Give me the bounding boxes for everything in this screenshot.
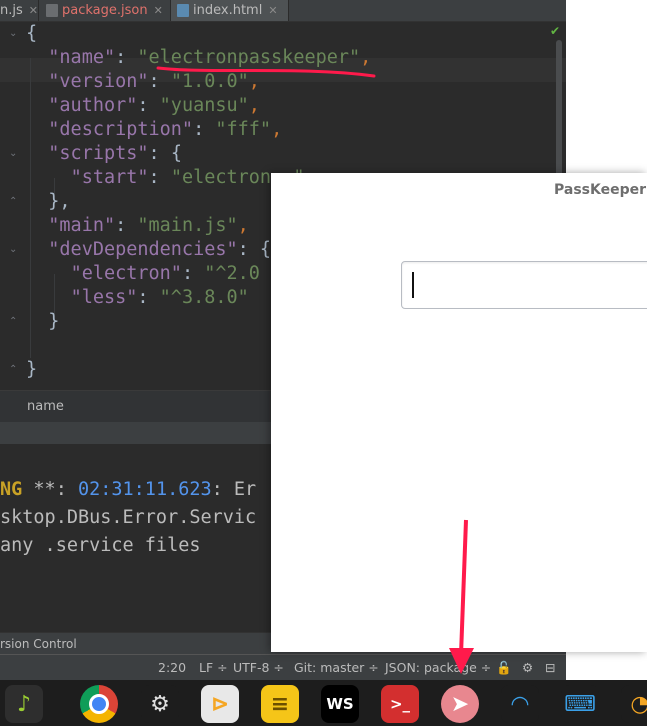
html-file-icon (177, 4, 189, 17)
fold-icon[interactable]: ⌄ (9, 29, 19, 39)
event-log-icon[interactable]: ⊟ (545, 660, 555, 675)
tab-main-js[interactable]: n.js ✕ (0, 0, 39, 21)
close-icon[interactable]: ✕ (268, 4, 277, 17)
version-control-tab[interactable]: rsion Control (0, 637, 77, 651)
code-line: "scripts": { (48, 143, 182, 164)
lock-icon[interactable]: 🔓 (496, 660, 512, 676)
code-line: "electron": "^2.0 (70, 263, 260, 284)
paperplane-icon[interactable]: ➤ (441, 685, 479, 723)
code-line: }, (48, 191, 71, 212)
fold-icon[interactable]: ⌃ (9, 317, 19, 327)
settings-icon[interactable]: ⚙ (141, 685, 179, 723)
window-titlebar[interactable]: PassKeeper (271, 173, 647, 208)
line-separator[interactable]: LF ÷ (199, 660, 228, 675)
code-line: "description": "fff", (48, 119, 283, 140)
wifi-icon[interactable]: ◠ (501, 685, 539, 723)
keyboard-icon[interactable]: ⌨ (561, 685, 599, 723)
file-icon (46, 4, 58, 17)
console-line: NG **: 02:31:11.623: Er (0, 479, 256, 500)
code-line: "author": "yuansu", (48, 95, 260, 116)
json-schema[interactable]: JSON: package ÷ (385, 660, 491, 675)
code-line: } (26, 359, 38, 380)
code-line: "version": "1.0.0", (48, 71, 260, 92)
breadcrumb-item[interactable]: name (27, 399, 64, 414)
status-bar: 2:20 LF ÷ UTF-8 ÷ Git: master ÷ JSON: pa… (0, 654, 566, 681)
code-line: "devDependencies": { (48, 239, 272, 260)
terminal-icon[interactable]: >_ (381, 685, 419, 723)
tab-index-html[interactable]: index.html ✕ (171, 0, 289, 21)
tab-label: index.html (193, 3, 263, 18)
clock-icon[interactable]: ◔ (621, 685, 647, 723)
webstorm-icon[interactable]: WS (321, 685, 359, 723)
window-title: PassKeeper (554, 182, 647, 198)
code-line: "less": "^3.8.0" (70, 287, 249, 308)
password-input[interactable] (401, 261, 647, 309)
console-line: any .service files (0, 535, 201, 556)
file-encoding[interactable]: UTF-8 ÷ (233, 660, 284, 675)
notes-icon[interactable]: ≡ (261, 685, 299, 723)
code-line: } (48, 311, 60, 332)
tab-label: n.js (0, 3, 23, 18)
close-icon[interactable]: ✕ (29, 4, 38, 17)
fold-icon[interactable]: ⌃ (9, 197, 19, 207)
tab-package-json[interactable]: package.json ✕ (40, 0, 171, 21)
fold-icon[interactable]: ⌄ (9, 149, 19, 159)
console-text: **: (22, 479, 78, 500)
caret-position[interactable]: 2:20 (158, 660, 186, 675)
chrome-icon[interactable] (80, 685, 118, 723)
code-line: { (26, 23, 38, 44)
git-branch[interactable]: Git: master ÷ (294, 660, 379, 675)
fold-icon[interactable]: ⌃ (9, 365, 19, 375)
code-line: "start": "electron ." (70, 167, 305, 188)
code-line: "main": "main.js", (48, 215, 249, 236)
console-line: sktop.DBus.Error.Servic (0, 507, 257, 528)
warning-label: NG (0, 479, 23, 500)
passkeeper-window: PassKeeper (271, 173, 647, 652)
close-icon[interactable]: ✕ (154, 4, 163, 17)
fold-icon[interactable]: ⌄ (9, 245, 19, 255)
dock: ♪ ⚙ ⊳ ≡ WS >_ ➤ ◠ ⌨ ◔ (0, 680, 647, 726)
inspector-icon[interactable]: ⚙ (522, 660, 533, 675)
console-text: : Er (211, 479, 257, 500)
text-caret (412, 272, 414, 298)
vscode-icon[interactable]: ⊳ (201, 685, 239, 723)
code-line: "name": "electronpasskeeper", (48, 47, 372, 68)
console-timestamp: 02:31:11.623 (77, 479, 212, 500)
editor-tab-bar: n.js ✕ package.json ✕ index.html ✕ (0, 0, 566, 22)
tab-label: package.json (62, 3, 148, 18)
inspection-ok-icon: ✔ (549, 24, 560, 38)
music-icon[interactable]: ♪ (5, 685, 43, 723)
